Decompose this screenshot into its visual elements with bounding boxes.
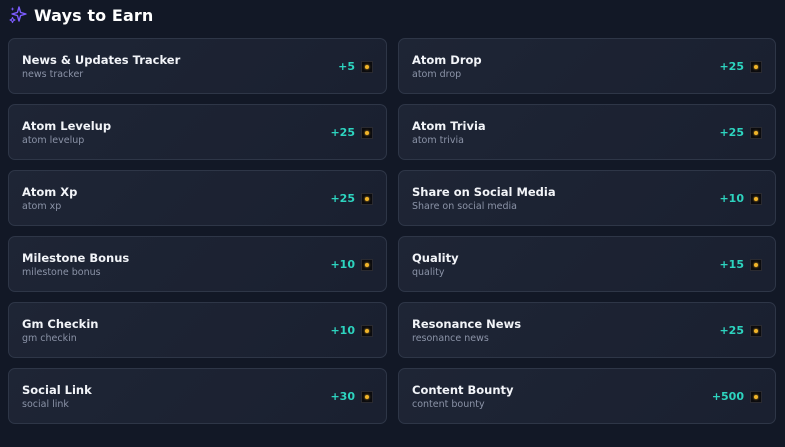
task-reward: +25 [330, 126, 373, 139]
task-description: Share on social media [412, 201, 517, 212]
task-description: atom trivia [412, 135, 464, 146]
coin-icon [361, 324, 373, 337]
task-reward: +30 [330, 390, 373, 403]
task-name: Atom Xp [22, 185, 78, 199]
task-name: Share on Social Media [412, 185, 556, 199]
task-name: Milestone Bonus [22, 251, 130, 265]
coin-icon [750, 390, 762, 403]
coin-icon [750, 192, 762, 205]
reward-points: +25 [330, 192, 355, 205]
task-name: Social Link [22, 383, 92, 397]
earn-task-card[interactable]: Share on Social Media Share on social me… [398, 170, 776, 226]
task-name: Gm Checkin [22, 317, 99, 331]
task-reward: +10 [330, 324, 373, 337]
reward-points: +10 [330, 258, 355, 271]
task-name: Atom Drop [412, 53, 482, 67]
earn-task-card[interactable]: Content Bounty content bounty +500 [398, 368, 776, 424]
reward-points: +5 [338, 60, 355, 73]
task-description: atom levelup [22, 135, 85, 146]
task-name: News & Updates Tracker [22, 53, 181, 67]
coin-icon [750, 126, 762, 139]
sparkles-icon [9, 6, 27, 24]
task-description: gm checkin [22, 333, 77, 344]
task-description: atom xp [22, 201, 62, 212]
task-reward: +25 [719, 126, 762, 139]
task-description: news tracker [22, 69, 84, 80]
earn-task-card[interactable]: Resonance News resonance news +25 [398, 302, 776, 358]
coin-icon [750, 60, 762, 73]
earn-task-card[interactable]: Atom Levelup atom levelup +25 [8, 104, 387, 160]
task-name: Resonance News [412, 317, 522, 331]
reward-points: +25 [719, 60, 744, 73]
earn-task-card[interactable]: Atom Drop atom drop +25 [398, 38, 776, 94]
earn-task-card[interactable]: News & Updates Tracker news tracker +5 [8, 38, 387, 94]
task-reward: +25 [719, 60, 762, 73]
earn-task-card[interactable]: Gm Checkin gm checkin +10 [8, 302, 387, 358]
reward-points: +25 [719, 126, 744, 139]
earn-task-card[interactable]: Quality quality +15 [398, 236, 776, 292]
reward-points: +15 [719, 258, 744, 271]
reward-points: +10 [719, 192, 744, 205]
task-description: social link [22, 399, 69, 410]
coin-icon [750, 324, 762, 337]
task-name: Atom Levelup [22, 119, 112, 133]
section-header: Ways to Earn [9, 4, 153, 26]
task-reward: +15 [719, 258, 762, 271]
task-reward: +5 [338, 60, 373, 73]
reward-points: +25 [719, 324, 744, 337]
task-description: milestone bonus [22, 267, 101, 278]
task-reward: +500 [712, 390, 762, 403]
task-name: Atom Trivia [412, 119, 486, 133]
task-reward: +25 [330, 192, 373, 205]
coin-icon [361, 390, 373, 403]
task-reward: +10 [330, 258, 373, 271]
task-description: content bounty [412, 399, 485, 410]
earn-tasks-grid: News & Updates Tracker news tracker +5 A… [8, 38, 776, 424]
task-description: resonance news [412, 333, 489, 344]
reward-points: +25 [330, 126, 355, 139]
section-title: Ways to Earn [34, 5, 154, 25]
reward-points: +10 [330, 324, 355, 337]
reward-points: +30 [330, 390, 355, 403]
coin-icon [361, 192, 373, 205]
coin-icon [361, 258, 373, 271]
earn-task-card[interactable]: Milestone Bonus milestone bonus +10 [8, 236, 387, 292]
coin-icon [361, 60, 373, 73]
task-reward: +10 [719, 192, 762, 205]
task-description: atom drop [412, 69, 462, 80]
reward-points: +500 [711, 390, 744, 403]
coin-icon [750, 258, 762, 271]
earn-task-card[interactable]: Atom Trivia atom trivia +25 [398, 104, 776, 160]
coin-icon [361, 126, 373, 139]
task-description: quality [412, 267, 445, 278]
task-name: Quality [412, 251, 459, 265]
task-name: Content Bounty [412, 383, 514, 397]
task-reward: +25 [719, 324, 762, 337]
earn-task-card[interactable]: Social Link social link +30 [8, 368, 387, 424]
earn-task-card[interactable]: Atom Xp atom xp +25 [8, 170, 387, 226]
